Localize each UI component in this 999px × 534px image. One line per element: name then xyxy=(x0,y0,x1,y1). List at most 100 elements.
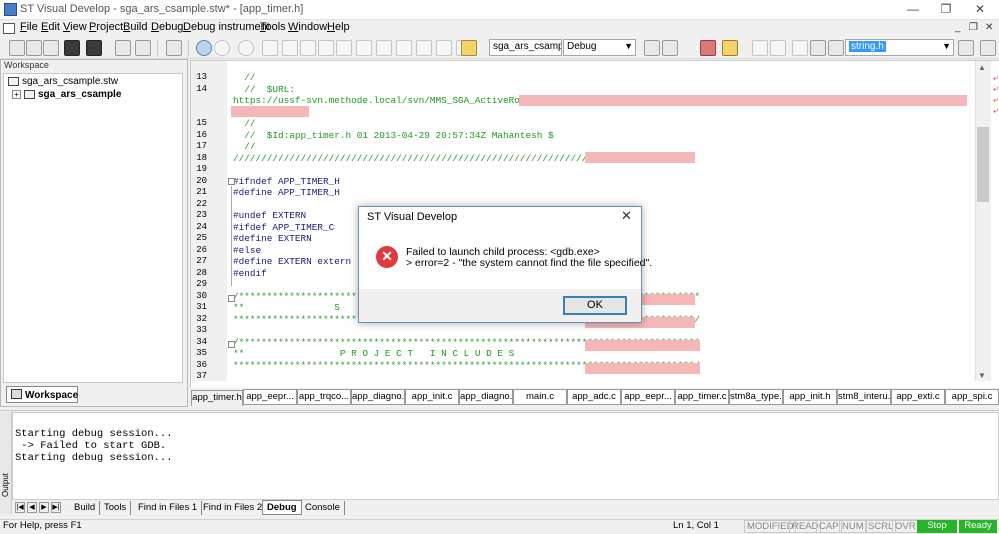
run-icon[interactable] xyxy=(238,40,254,56)
tab-find-in-files-1[interactable]: Find in Files 1 xyxy=(134,501,203,515)
scroll-down-icon[interactable]: ▼ xyxy=(978,371,986,380)
menu-tools[interactable]: Tools xyxy=(260,21,286,33)
open-workspace-icon[interactable] xyxy=(43,40,59,56)
scrollbar-thumb[interactable] xyxy=(977,127,989,202)
file-tab[interactable]: app_init.c xyxy=(405,389,459,405)
file-tab[interactable]: app_init.h xyxy=(783,389,837,405)
program-icon[interactable] xyxy=(722,40,738,56)
ready-status: Ready xyxy=(959,520,997,533)
copy-icon[interactable] xyxy=(810,40,826,56)
tab-first-icon[interactable]: |◀ xyxy=(15,502,25,513)
brace-icon-1[interactable] xyxy=(356,40,372,56)
file-tab[interactable]: stm8_interu... xyxy=(837,389,891,405)
menu-build[interactable]: Build xyxy=(123,21,147,33)
file-tab[interactable]: app_adc.c xyxy=(567,389,621,405)
tree-item-project[interactable]: + sga_ars_csample xyxy=(12,89,121,100)
restore-button[interactable]: ❐ xyxy=(930,0,962,20)
tab-next-icon[interactable]: ▶ xyxy=(39,502,49,513)
brace-icon-3[interactable] xyxy=(396,40,412,56)
file-tab[interactable]: app_eepr... xyxy=(621,389,675,405)
tab-debug[interactable]: Debug xyxy=(262,500,302,515)
file-tab[interactable]: app_trqco... xyxy=(297,389,351,405)
cut-icon[interactable] xyxy=(792,40,808,56)
menu-project[interactable]: Project xyxy=(89,21,123,33)
document-icon[interactable] xyxy=(3,23,15,34)
find-in-files-icon[interactable] xyxy=(958,40,974,56)
diff-highlight xyxy=(585,340,700,351)
menu-help[interactable]: Help xyxy=(327,21,350,33)
diff-highlight xyxy=(519,95,967,106)
ok-button[interactable]: OK xyxy=(563,296,627,315)
undo-icon[interactable] xyxy=(752,40,768,56)
vertical-scrollbar[interactable] xyxy=(975,61,991,381)
workspace-tree[interactable]: sga_ars_csample.stw + sga_ars_csample xyxy=(3,73,183,383)
menu-debug[interactable]: Debug xyxy=(151,21,183,33)
search-input[interactable]: string.h ▼ xyxy=(845,39,954,56)
find-next-icon[interactable] xyxy=(980,40,996,56)
tab-last-icon[interactable]: ▶| xyxy=(51,502,61,513)
minimize-button[interactable]: — xyxy=(897,0,929,20)
brace-icon-5[interactable] xyxy=(436,40,452,56)
run-to-cursor-icon[interactable] xyxy=(336,40,352,56)
file-tab[interactable]: app_exti.c xyxy=(891,389,945,405)
tab-build[interactable]: Build xyxy=(70,501,101,515)
step-out-icon[interactable] xyxy=(318,40,334,56)
step-into-icon[interactable] xyxy=(282,40,298,56)
compile-icon[interactable] xyxy=(166,40,182,56)
fold-toggle[interactable] xyxy=(228,341,235,348)
tree-item-workspace[interactable]: sga_ars_csample.stw xyxy=(8,76,118,87)
stop-debug-icon[interactable] xyxy=(214,40,230,56)
menu-debug-instrument[interactable]: Debug instrument xyxy=(183,21,270,33)
tab-prev-icon[interactable]: ◀ xyxy=(27,502,37,513)
file-tab[interactable]: app_spi.c xyxy=(945,389,999,405)
file-tab[interactable]: stm8a_type.h xyxy=(729,389,783,405)
workspace-icon xyxy=(8,76,19,86)
build-icon[interactable] xyxy=(644,40,660,56)
output-line: Starting debug session... xyxy=(15,428,173,440)
tree-item-label: sga_ars_csample xyxy=(38,89,122,100)
file-tab[interactable]: app_timer.h xyxy=(191,390,243,406)
fold-toggle[interactable] xyxy=(228,295,235,302)
mdi-minimize-button[interactable]: _ xyxy=(955,22,961,33)
start-debug-icon[interactable] xyxy=(196,40,212,56)
scroll-up-icon[interactable]: ▲ xyxy=(978,63,986,72)
expand-icon[interactable]: + xyxy=(12,90,21,99)
file-tab[interactable]: main.c xyxy=(513,389,567,405)
breakpoint-icon[interactable] xyxy=(262,40,278,56)
new-file-icon[interactable] xyxy=(9,40,25,56)
brace-icon-2[interactable] xyxy=(376,40,392,56)
dialog-close-icon[interactable]: ✕ xyxy=(621,208,632,224)
mdi-close-button[interactable]: ✕ xyxy=(985,22,993,33)
menu-view[interactable]: View xyxy=(63,21,87,33)
project-select[interactable]: sga_ars_csampl xyxy=(489,39,562,56)
rebuild-icon[interactable] xyxy=(662,40,678,56)
redo-icon[interactable] xyxy=(770,40,786,56)
wand-icon[interactable] xyxy=(461,40,477,56)
paste-icon[interactable] xyxy=(828,40,844,56)
tab-console[interactable]: Console xyxy=(301,501,345,515)
step-over-icon[interactable] xyxy=(300,40,316,56)
stop-build-icon[interactable] xyxy=(700,40,716,56)
find-icon[interactable] xyxy=(135,40,151,56)
print-icon[interactable] xyxy=(86,40,102,56)
menu-file[interactable]: File xyxy=(20,21,38,33)
fold-toggle[interactable] xyxy=(228,178,235,185)
save-icon[interactable] xyxy=(64,40,80,56)
brace-icon-4[interactable] xyxy=(416,40,432,56)
code-line: // xyxy=(233,141,256,152)
browse-icon[interactable] xyxy=(115,40,131,56)
file-tab[interactable]: app_diagno... xyxy=(351,389,405,405)
file-tab[interactable]: app_timer.c xyxy=(675,389,729,405)
file-tab[interactable]: app_eepr... xyxy=(243,389,297,405)
menu-window[interactable]: Window xyxy=(288,21,327,33)
error-icon: ✕ xyxy=(376,246,398,268)
file-tab[interactable]: app_diagno... xyxy=(459,389,513,405)
tab-find-in-files-2[interactable]: Find in Files 2 xyxy=(199,501,268,515)
close-button[interactable]: ✕ xyxy=(964,0,996,20)
config-select[interactable]: Debug ▼ xyxy=(563,39,636,56)
mdi-restore-button[interactable]: ❐ xyxy=(969,22,978,33)
menu-edit[interactable]: Edit xyxy=(41,21,60,33)
tab-tools[interactable]: Tools xyxy=(100,501,132,515)
code-line: #else xyxy=(233,244,262,256)
open-folder-icon[interactable] xyxy=(26,40,42,56)
